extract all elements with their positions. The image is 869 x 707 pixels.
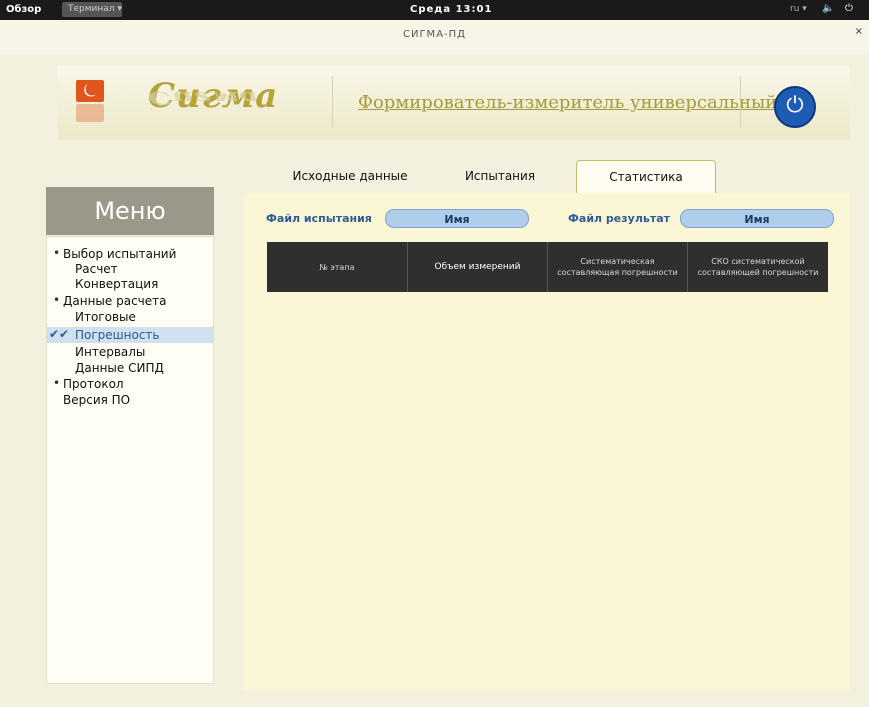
clock[interactable]: Среда 13:01 [410, 4, 492, 15]
column-header[interactable]: Объем измерений [408, 242, 548, 292]
sidebar-item-calc-data[interactable]: Данные расчета [63, 293, 166, 309]
bullet-icon: • [53, 376, 61, 390]
sidebar-menu: • Выбор испытаний Расчет Конвертация • Д… [46, 236, 214, 684]
sidebar-item-sipd-data[interactable]: Данные СИПД [75, 360, 164, 376]
speaker-icon[interactable]: 🔈 [822, 3, 834, 14]
sidebar-item-test-selection[interactable]: Выбор испытаний [63, 246, 176, 262]
check-icon: ✔✔ [49, 327, 70, 341]
sidebar-item-error[interactable]: Погрешность [47, 327, 213, 343]
power-button[interactable]: ⏻ [774, 86, 816, 128]
test-file-field[interactable]: Имя [385, 209, 529, 228]
test-file-label: Файл испытания [266, 212, 372, 225]
sidebar-item-totals[interactable]: Итоговые [75, 309, 136, 325]
menu-header: Меню [46, 187, 214, 235]
column-header[interactable]: СКО систематической составляющей погрешн… [688, 242, 828, 292]
sidebar-item-calculation[interactable]: Расчет [75, 261, 118, 277]
power-icon[interactable]: ⏻ [845, 3, 853, 14]
activities-button[interactable]: Обзор [6, 4, 41, 15]
divider [740, 76, 741, 128]
tab-statistics[interactable]: Статистика [576, 160, 716, 194]
column-header[interactable]: № этапа [267, 242, 408, 292]
system-top-bar: Обзор Терминал ▾ Среда 13:01 ru ▾ 🔈 ⏻ [0, 0, 869, 20]
tab-source-data[interactable]: Исходные данные [280, 160, 420, 193]
column-header[interactable]: Систематическая составляющая погрешности [548, 242, 688, 292]
sidebar-item-conversion[interactable]: Конвертация [75, 276, 158, 292]
sidebar-item-version[interactable]: Версия ПО [63, 392, 130, 408]
close-icon[interactable]: × [855, 26, 863, 37]
app-menu[interactable]: Терминал ▾ [62, 2, 122, 17]
window-titlebar: СИГМА-ПД × [0, 20, 869, 54]
tab-tests[interactable]: Испытания [440, 160, 560, 193]
keyboard-layout-menu[interactable]: ru ▾ [790, 4, 807, 14]
divider [332, 76, 333, 128]
app-header: ⏾ Сигма Сигма Формирователь-измеритель у… [58, 66, 850, 140]
page-title: Формирователь-измеритель универсальный [358, 92, 778, 113]
power-icon: ⏻ [786, 93, 804, 118]
sidebar-item-protocol[interactable]: Протокол [63, 376, 124, 392]
sidebar-item-intervals[interactable]: Интервалы [75, 344, 145, 360]
statistics-table-header: № этапа Объем измерений Систематическая … [267, 242, 828, 292]
app-logo-icon: ⏾ [76, 80, 104, 124]
logo-reflection: Сигма [148, 87, 259, 108]
result-file-label: Файл результат [568, 212, 671, 225]
bullet-icon: • [53, 246, 61, 260]
bullet-icon: • [53, 293, 61, 307]
window-title: СИГМА-ПД [403, 29, 466, 40]
result-file-field[interactable]: Имя [680, 209, 834, 228]
